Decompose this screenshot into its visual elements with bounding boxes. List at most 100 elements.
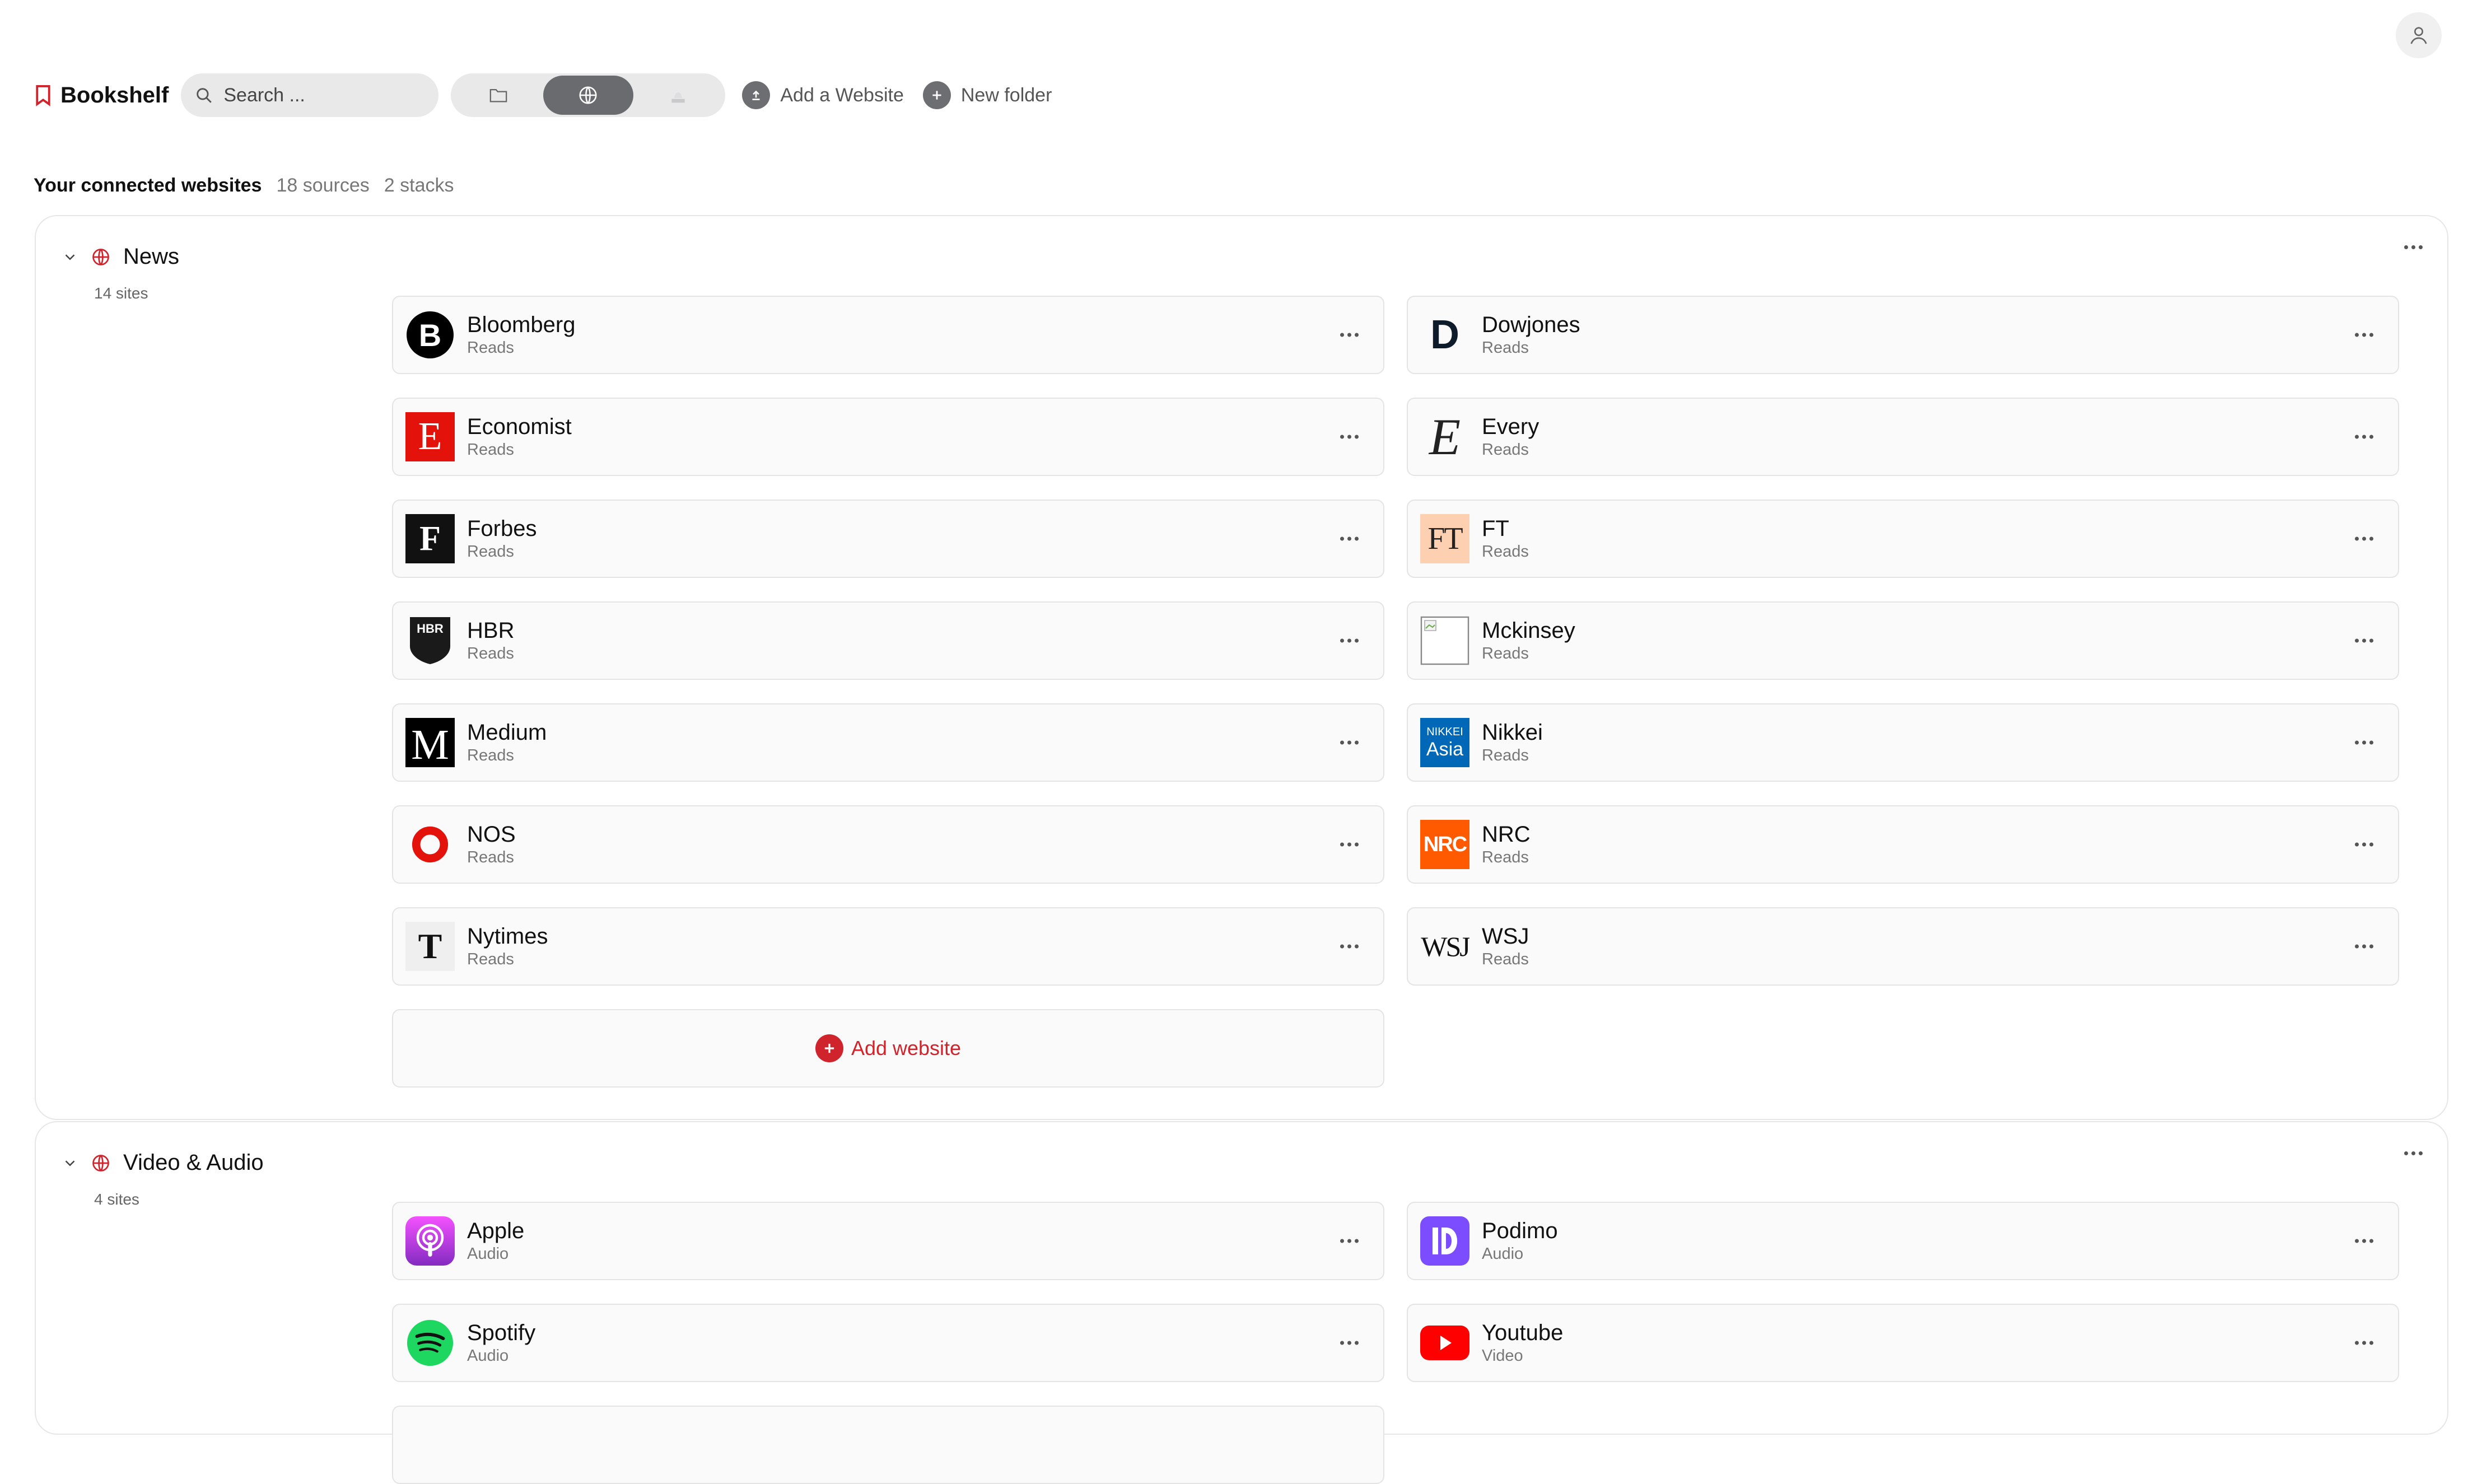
website-card-medium[interactable]: M Medium Reads [392, 703, 1384, 782]
stack-view-button[interactable] [633, 76, 724, 115]
more-icon [2355, 435, 2373, 439]
website-card-economist[interactable]: E Economist Reads [392, 398, 1384, 476]
search-input[interactable] [222, 83, 416, 107]
chevron-down-icon[interactable] [62, 1155, 78, 1172]
brand[interactable]: Bookshelf [35, 83, 169, 108]
card-more-button[interactable] [1340, 1239, 1359, 1243]
card-more-button[interactable] [1340, 435, 1359, 439]
website-card-forbes[interactable]: F Forbes Reads [392, 500, 1384, 578]
website-name: Bloomberg [467, 312, 576, 337]
stack-more-button[interactable] [2404, 1151, 2423, 1155]
website-card-wsj[interactable]: WSJ WSJ Reads [1407, 907, 2399, 986]
card-more-button[interactable] [2355, 740, 2373, 745]
website-name: NOS [467, 822, 516, 847]
forbes-logo-icon: F [405, 514, 455, 563]
card-more-button[interactable] [1340, 740, 1359, 745]
card-more-button[interactable] [1340, 536, 1359, 541]
youtube-logo-icon [1420, 1318, 1469, 1368]
website-card-mckinsey[interactable]: Mckinsey Reads [1407, 601, 2399, 680]
more-icon [1340, 1341, 1359, 1345]
apple-podcasts-logo-icon [405, 1216, 455, 1266]
more-icon [1340, 842, 1359, 847]
more-icon [2355, 1341, 2373, 1345]
sources-count: 18 sources [276, 175, 370, 196]
website-type: Reads [467, 746, 514, 764]
more-icon [1340, 333, 1359, 337]
card-more-button[interactable] [2355, 333, 2373, 337]
card-more-button[interactable] [2355, 1239, 2373, 1243]
website-type: Audio [467, 1347, 509, 1365]
website-card-nrc[interactable]: NRC NRC Reads [1407, 805, 2399, 884]
more-icon [1340, 536, 1359, 541]
card-more-button[interactable] [2355, 638, 2373, 643]
website-card-dowjones[interactable]: D Dowjones Reads [1407, 296, 2399, 374]
stack-count: 14 sites [94, 284, 148, 302]
card-more-button[interactable] [2355, 1341, 2373, 1345]
website-view-button[interactable] [543, 76, 633, 115]
connected-websites-heading: Your connected websites 18 sources 2 sta… [34, 175, 454, 197]
website-name: WSJ [1482, 924, 1529, 949]
website-name: Nikkei [1482, 720, 1543, 745]
website-type: Video [1482, 1347, 1523, 1365]
nos-logo-icon [405, 820, 455, 869]
website-type: Reads [1482, 441, 1529, 459]
card-more-button[interactable] [1340, 842, 1359, 847]
stack-header[interactable]: News [62, 244, 179, 269]
website-type: Reads [1482, 848, 1529, 866]
card-more-button[interactable] [1340, 944, 1359, 949]
more-icon [2355, 536, 2373, 541]
spotify-logo-icon [405, 1318, 455, 1368]
brand-label: Bookshelf [60, 82, 169, 108]
website-card-hbr[interactable]: HBR HBR Reads [392, 601, 1384, 680]
more-icon [2355, 842, 2373, 847]
folder-view-button[interactable] [453, 76, 543, 115]
website-type: Reads [1482, 645, 1529, 662]
more-icon [2404, 245, 2423, 249]
chevron-down-icon[interactable] [62, 249, 78, 265]
more-icon [1340, 740, 1359, 745]
website-card-spotify[interactable]: Spotify Audio [392, 1304, 1384, 1382]
website-name: Every [1482, 414, 1539, 439]
folder-icon [489, 88, 507, 102]
card-more-button[interactable] [1340, 638, 1359, 643]
nikkei-logo-icon: NIKKEI Asia [1420, 718, 1469, 767]
website-card-partial[interactable] [392, 1406, 1384, 1484]
economist-logo-icon: E [405, 412, 455, 461]
website-card-ft[interactable]: FT FT Reads [1407, 500, 2399, 578]
new-folder-button[interactable]: New folder [922, 81, 1052, 109]
card-more-button[interactable] [2355, 944, 2373, 949]
website-type: Reads [467, 848, 514, 866]
card-more-button[interactable] [1340, 1341, 1359, 1345]
card-more-button[interactable] [2355, 842, 2373, 847]
stack-more-button[interactable] [2404, 245, 2423, 249]
website-type: Reads [467, 645, 514, 662]
card-more-button[interactable] [2355, 536, 2373, 541]
stack-header[interactable]: Video & Audio [62, 1150, 264, 1175]
website-type: Reads [467, 339, 514, 357]
add-website-button[interactable]: Add a Website [742, 81, 904, 109]
add-website-card[interactable]: Add website [392, 1009, 1384, 1088]
website-type: Audio [467, 1245, 509, 1263]
website-card-bloomberg[interactable]: B Bloomberg Reads [392, 296, 1384, 374]
toolbar: Bookshelf Add a Website [35, 73, 1071, 118]
stack-count: 4 sites [94, 1191, 139, 1208]
website-card-apple[interactable]: Apple Audio [392, 1202, 1384, 1280]
website-name: Nytimes [467, 924, 548, 949]
website-card-every[interactable]: E Every Reads [1407, 398, 2399, 476]
more-icon [2355, 333, 2373, 337]
card-more-button[interactable] [1340, 333, 1359, 337]
more-icon [1340, 638, 1359, 643]
website-type: Reads [1482, 746, 1529, 764]
user-avatar[interactable] [2396, 12, 2442, 58]
website-card-youtube[interactable]: Youtube Video [1407, 1304, 2399, 1382]
website-card-podimo[interactable]: Podimo Audio [1407, 1202, 2399, 1280]
website-card-nos[interactable]: NOS Reads [392, 805, 1384, 884]
plus-icon [922, 81, 951, 109]
card-more-button[interactable] [2355, 435, 2373, 439]
plus-circle-icon [815, 1034, 843, 1062]
page-title: Your connected websites [34, 175, 262, 196]
search-box[interactable] [181, 73, 439, 117]
website-name: Dowjones [1482, 312, 1580, 337]
website-card-nytimes[interactable]: T Nytimes Reads [392, 907, 1384, 986]
website-card-nikkei[interactable]: NIKKEI Asia Nikkei Reads [1407, 703, 2399, 782]
